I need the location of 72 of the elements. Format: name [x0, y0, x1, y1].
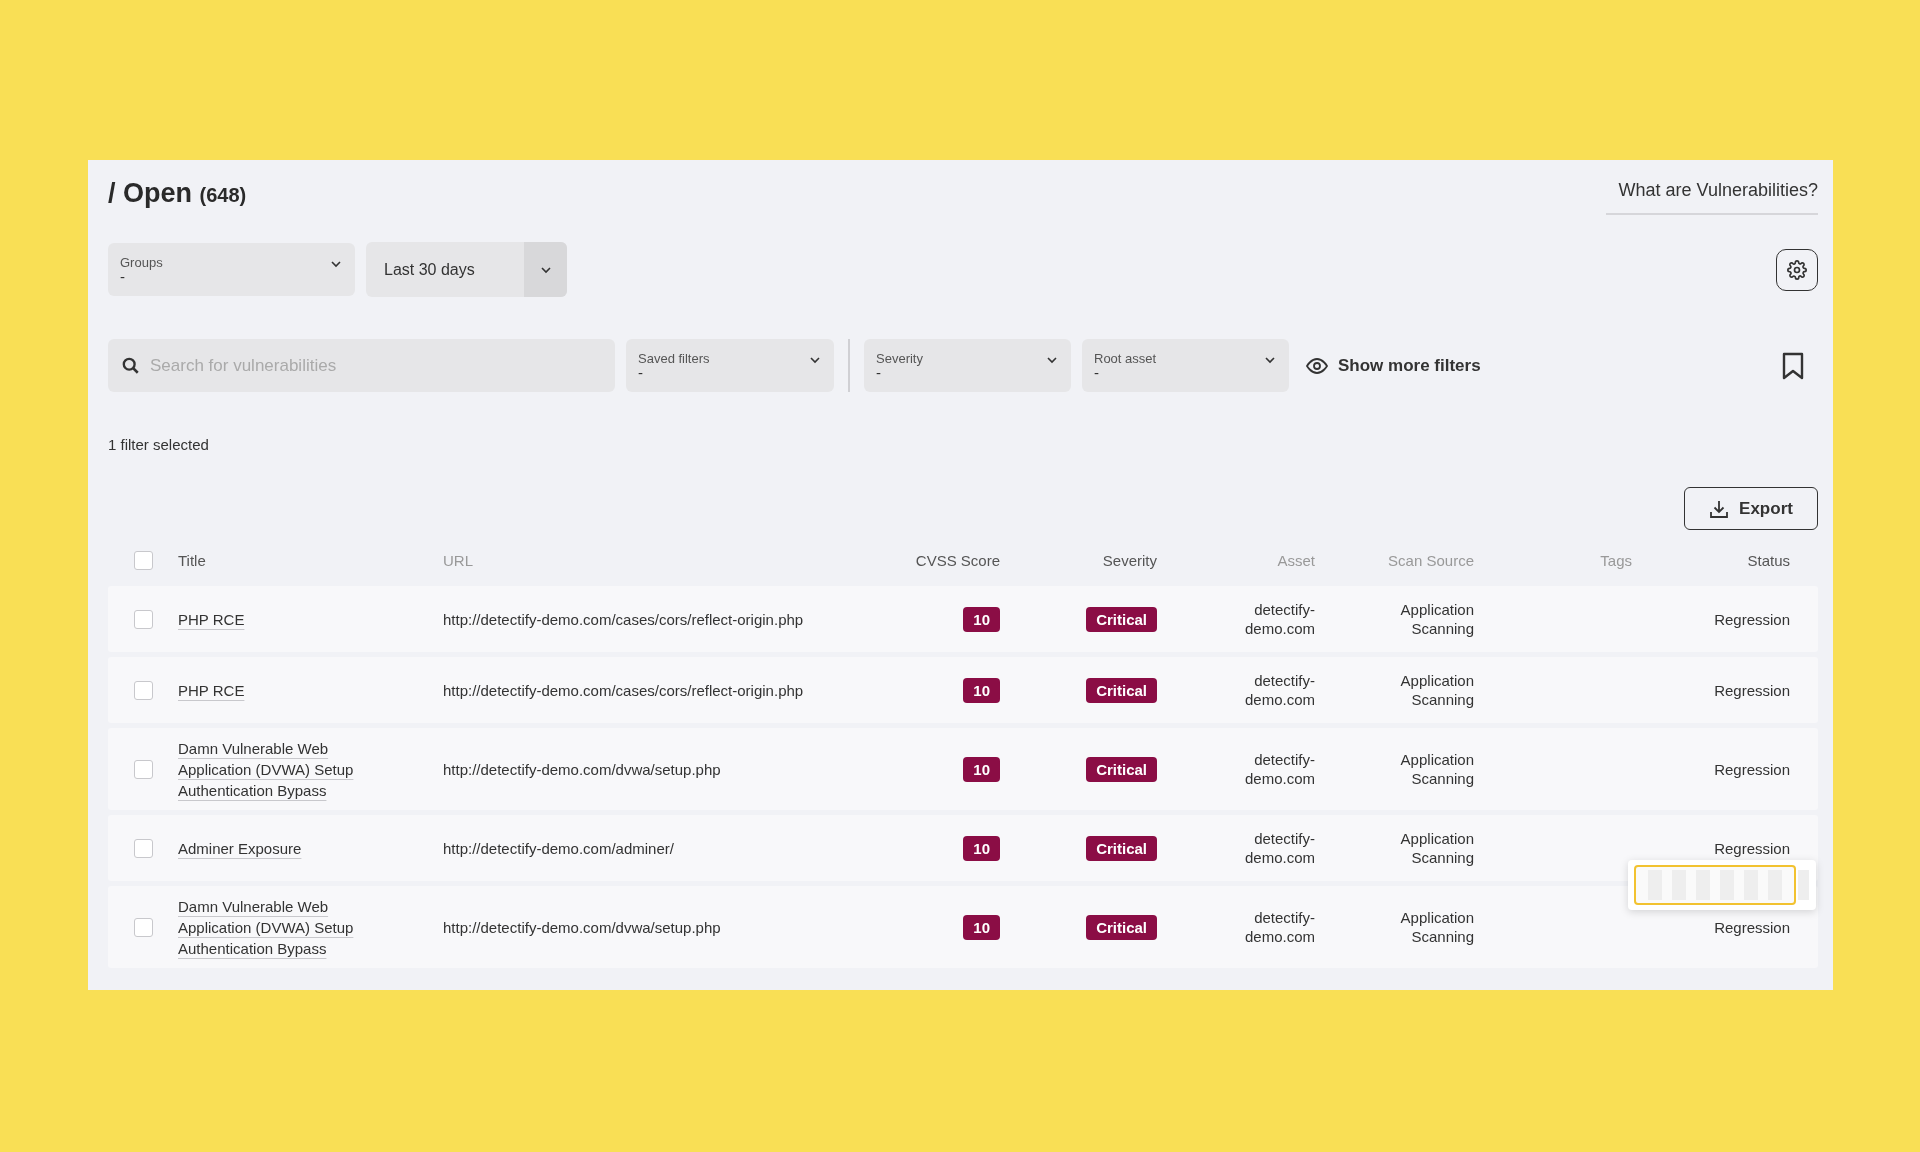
table-row[interactable]: PHP RCE http://detectify-demo.com/cases/cors/reflect-origin.php 10 Critical detectify-demo.com Application Scanning Regression	[108, 657, 1818, 723]
asset-cell-text: detectify-demo.com	[1243, 829, 1315, 867]
row-checkbox[interactable]	[133, 838, 153, 858]
table-row[interactable]: PHP RCE http://detectify-demo.com/cases/cors/reflect-origin.php 10 Critical detectify-demo.com Application Scanning Regression	[108, 586, 1818, 652]
date-range-toggle[interactable]	[524, 242, 567, 297]
severity-badge: Critical	[1086, 835, 1157, 861]
row-checkbox[interactable]	[133, 680, 153, 700]
column-header: Tags	[1600, 551, 1632, 569]
url-cell: http://detectify-demo.com/dvwa/setup.php	[443, 759, 721, 779]
cvss-score-badge: 10	[963, 677, 1000, 703]
cvss-score-badge: 10	[963, 756, 1000, 782]
vulnerability-title-link[interactable]: PHP RCE	[178, 608, 245, 630]
asset-cell-text: detectify-demo.com	[1243, 908, 1315, 946]
page-title: / Open (648)	[108, 177, 247, 209]
row-checkbox[interactable]	[133, 917, 153, 937]
status-cell: Regression	[1714, 759, 1790, 779]
settings-icon	[1787, 259, 1807, 280]
bookmark-icon[interactable]	[1782, 351, 1804, 380]
column-header: URL	[443, 551, 473, 569]
severity-badge: Critical	[1086, 677, 1157, 703]
column-header[interactable]: CVSS Score	[915, 551, 1000, 569]
status-cell: Regression	[1714, 917, 1790, 937]
table-row[interactable]: Damn Vulnerable Web Application (DVWA) Setup Authentication Bypass http://detectify-demo.com/dvwa/setup.php 10 Critical detectify-demo.com Application Scanning Regression	[108, 886, 1818, 968]
table-row[interactable]: Damn Vulnerable Web Application (DVWA) Setup Authentication Bypass http://detectify-demo.com/dvwa/setup.php 10 Critical detectify-demo.com Application Scanning Regression	[108, 728, 1818, 810]
column-header: Asset	[1277, 551, 1315, 569]
status-cell: Regression	[1714, 680, 1790, 700]
eye-icon	[1306, 357, 1328, 374]
search-icon	[122, 357, 140, 375]
severity-badge: Critical	[1086, 606, 1157, 632]
severity-badge: Critical	[1086, 756, 1157, 782]
groups-dropdown[interactable]: Groups -	[108, 243, 355, 296]
export-button[interactable]: Export	[1684, 487, 1818, 530]
url-cell: http://detectify-demo.com/cases/cors/reflect-origin.php	[443, 680, 804, 700]
scan-source-cell-text: Application Scanning	[1399, 671, 1474, 709]
filter-dropdown[interactable]: Saved filters -	[626, 339, 834, 392]
filter-dropdown[interactable]: Root asset -	[1082, 339, 1289, 392]
scan-source-cell-text: Application Scanning	[1399, 829, 1474, 867]
scan-source-cell-text: Application Scanning	[1399, 750, 1474, 788]
cvss-score-badge: 10	[963, 606, 1000, 632]
column-header: Scan Source	[1388, 551, 1474, 569]
table-row[interactable]: Adminer Exposure http://detectify-demo.com/adminer/ 10 Critical detectify-demo.com Application Scanning Regression	[108, 815, 1818, 881]
cvss-score-badge: 10	[963, 914, 1000, 940]
vulnerability-title-link[interactable]: Damn Vulnerable Web Application (DVWA) Setup Authentication Bypass	[178, 737, 368, 801]
row-checkbox[interactable]	[133, 609, 153, 629]
status-cell: Regression	[1714, 838, 1790, 858]
scan-source-cell-text: Application Scanning	[1399, 600, 1474, 638]
settings-button[interactable]	[1776, 248, 1818, 291]
status-cell: Regression	[1714, 609, 1790, 629]
asset-cell-text: detectify-demo.com	[1243, 750, 1315, 788]
video-thumbnail-popup[interactable]	[1628, 860, 1816, 910]
row-checkbox[interactable]	[133, 759, 153, 779]
column-header[interactable]: Status	[1747, 551, 1790, 569]
help-link[interactable]: What are Vulnerabilities?	[1606, 170, 1818, 215]
severity-badge: Critical	[1086, 914, 1157, 940]
filter-dropdown[interactable]: Severity -	[864, 339, 1071, 392]
vulnerability-title-link[interactable]: PHP RCE	[178, 679, 245, 701]
column-header[interactable]: Title	[178, 551, 206, 569]
asset-cell-text: detectify-demo.com	[1243, 600, 1315, 638]
vulnerability-title-link[interactable]: Damn Vulnerable Web Application (DVWA) Setup Authentication Bypass	[178, 895, 368, 959]
scan-source-cell-text: Application Scanning	[1399, 908, 1474, 946]
asset-cell-text: detectify-demo.com	[1243, 671, 1315, 709]
cvss-score-badge: 10	[963, 835, 1000, 861]
download-icon	[1709, 498, 1730, 519]
select-all-checkbox[interactable]	[133, 550, 153, 570]
url-cell: http://detectify-demo.com/adminer/	[443, 838, 674, 858]
search-field[interactable]: Search for vulnerabilities	[108, 339, 615, 392]
filter-summary: 1 filter selected	[108, 436, 210, 453]
url-cell: http://detectify-demo.com/cases/cors/reflect-origin.php	[443, 609, 804, 629]
column-header[interactable]: Severity	[1102, 551, 1157, 569]
url-cell: http://detectify-demo.com/dvwa/setup.php	[443, 917, 721, 937]
vulnerability-title-link[interactable]: Adminer Exposure	[178, 837, 302, 859]
show-more-filters-button[interactable]: Show more filters	[1300, 355, 1481, 376]
